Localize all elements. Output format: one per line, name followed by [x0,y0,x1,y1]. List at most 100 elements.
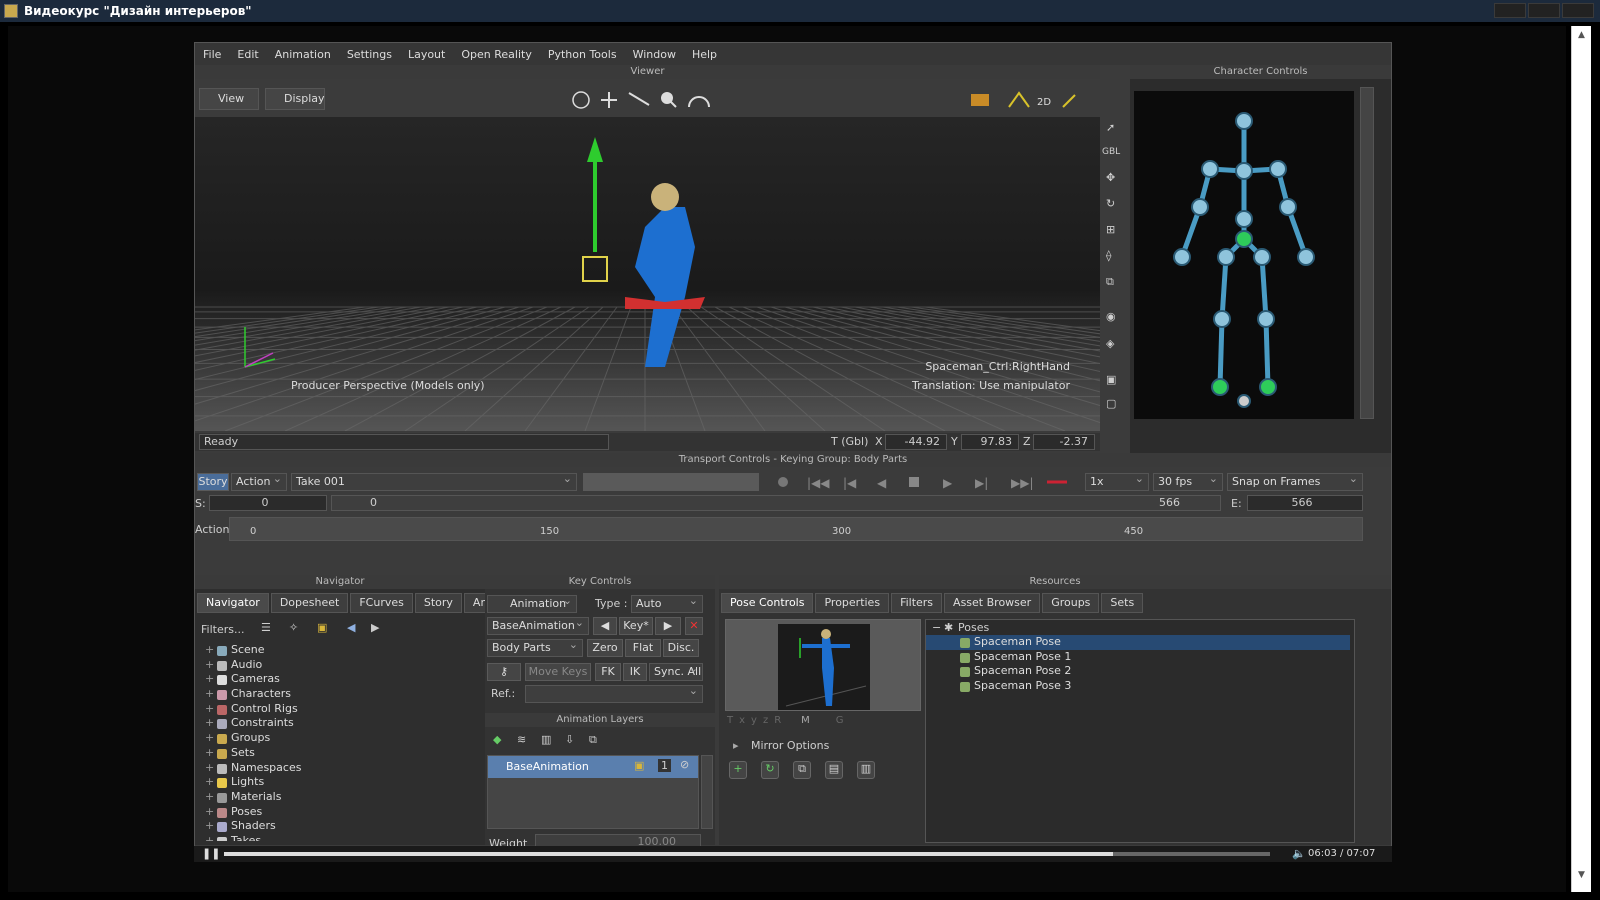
light-icon[interactable]: ◈ [1106,337,1114,350]
tab-story[interactable]: Story [414,593,462,613]
tab-fcurves[interactable]: FCurves [350,593,413,613]
add-pose-icon[interactable]: + [729,761,747,779]
skeleton-joint[interactable] [1211,378,1229,396]
key-button[interactable]: Key* [619,617,653,635]
lock-icon[interactable]: ▣ [317,621,327,634]
skeleton-joint[interactable] [1297,248,1315,266]
key-icon[interactable]: ⚷ [487,663,521,681]
pause-icon[interactable]: ❚❚ [202,847,220,860]
opt-x[interactable]: x [739,715,745,731]
expand-plus-icon[interactable]: + [205,819,214,834]
layer-solo-value[interactable]: 1 [658,759,671,772]
pivot-icon[interactable]: ⧉ [1106,275,1114,289]
fk-button[interactable]: FK [595,663,621,681]
expand-plus-icon[interactable]: + [205,731,214,746]
flat-button[interactable]: Flat [625,639,661,657]
skeleton-joint[interactable] [1235,162,1253,180]
tree-item-sets[interactable]: + Sets [197,746,473,761]
fps-dropdown[interactable]: 30 fps [1153,471,1223,491]
tree-item-groups[interactable]: + Groups [197,731,473,746]
stop-icon[interactable] [909,477,919,487]
expand-plus-icon[interactable]: + [205,687,214,702]
globe-icon[interactable]: ◉ [1106,310,1116,323]
ref-dropdown[interactable] [525,683,703,703]
forward-arrow-icon[interactable]: ▶ [371,621,379,634]
opt-z[interactable]: z [763,715,768,731]
pose-item[interactable]: Spaceman Pose 1 [926,650,1354,665]
mirror-options-label[interactable]: Mirror Options [751,739,829,752]
pose-item[interactable]: Spaceman Pose 2 [926,664,1354,679]
tree-item-shaders[interactable]: + Shaders [197,819,473,834]
zero-button[interactable]: Zero [587,639,623,657]
line-icon[interactable] [628,92,650,106]
tab-properties[interactable]: Properties [815,593,890,613]
character-skeleton-view[interactable] [1134,91,1354,419]
tree-item-scene[interactable]: + Scene [197,643,473,658]
display-menu-button[interactable]: Display [265,88,325,110]
prev-key-icon[interactable]: |◀ [843,476,857,490]
cube-white-icon[interactable]: ▢ [1106,397,1116,410]
filter-star-icon[interactable]: ✧ [289,621,298,634]
view-menu-button[interactable]: View [199,88,259,110]
loop-range[interactable] [583,473,759,491]
play-icon[interactable]: ▶ [943,476,953,490]
expand-plus-icon[interactable]: + [205,672,214,687]
menu-window[interactable]: Window [633,48,676,61]
tree-item-characters[interactable]: + Characters [197,687,473,702]
skeleton-joint[interactable] [1235,230,1253,248]
merge-icon[interactable]: ⇩ [565,733,574,746]
menu-open-reality[interactable]: Open Reality [461,48,531,61]
x-field[interactable]: -44.92 [885,434,947,450]
tree-item-lights[interactable]: + Lights [197,775,473,790]
skeleton-joint[interactable] [1235,210,1253,228]
opt-t[interactable]: T [727,715,733,731]
skeleton-joint[interactable] [1279,198,1297,216]
expand-plus-icon[interactable]: + [205,834,214,841]
move-icon[interactable] [601,92,617,108]
scale-icon[interactable]: ⊞ [1106,223,1115,236]
player-progress[interactable] [224,852,1270,856]
ik-icon[interactable]: ⟠ [1106,249,1111,262]
orbit-icon[interactable] [572,91,590,109]
pose-item[interactable]: Spaceman Pose [926,635,1350,650]
prev-key-button[interactable]: ◀ [593,617,617,635]
layer-scrollbar[interactable] [701,755,713,829]
expand-plus-icon[interactable]: + [205,790,214,805]
minimize-button[interactable] [1494,3,1526,18]
menu-file[interactable]: File [203,48,221,61]
tree-item-audio[interactable]: + Audio [197,658,473,673]
next-key-icon[interactable]: ▶| [975,476,988,490]
curve-icon[interactable] [1008,91,1030,108]
viewport-3d[interactable]: Producer Perspective (Models only) Space… [195,117,1100,431]
cube-icon[interactable]: ▣ [1106,373,1116,386]
copy-pose-icon[interactable]: ⧉ [793,761,811,779]
skeleton-joint[interactable] [1237,394,1251,408]
arc-icon[interactable] [688,96,710,108]
menu-settings[interactable]: Settings [347,48,392,61]
tree-item-cameras[interactable]: + Cameras [197,672,473,687]
expand-plus-icon[interactable]: + [205,805,214,820]
next-key-button[interactable]: ▶ [655,617,681,635]
pose-thumbnail[interactable] [725,619,921,711]
character-scrollbar[interactable] [1360,87,1374,419]
skeleton-joint[interactable] [1259,378,1277,396]
skeleton-joint[interactable] [1191,198,1209,216]
tab-sets[interactable]: Sets [1101,593,1144,613]
collapse-icon[interactable]: − [932,620,941,635]
close-button[interactable] [1562,3,1594,18]
pose-item[interactable]: Spaceman Pose 3 [926,679,1354,694]
skeleton-joint[interactable] [1201,160,1219,178]
paste-pose-icon[interactable]: ▤ [825,761,843,779]
z-field[interactable]: -2.37 [1033,434,1095,450]
expand-plus-icon[interactable]: + [205,658,214,673]
record-icon[interactable] [778,477,788,487]
tree-item-namespaces[interactable]: + Namespaces [197,761,473,776]
brush-icon[interactable] [1062,94,1076,108]
list-icon[interactable]: ☰ [261,621,271,634]
menu-edit[interactable]: Edit [237,48,258,61]
expand-plus-icon[interactable]: + [205,716,214,731]
mode-dropdown[interactable]: Animation [487,593,577,613]
action-dropdown[interactable]: Action [231,471,287,491]
translate-icon[interactable]: ✥ [1106,171,1115,184]
keying-group-dropdown[interactable]: Body Parts [487,637,583,657]
